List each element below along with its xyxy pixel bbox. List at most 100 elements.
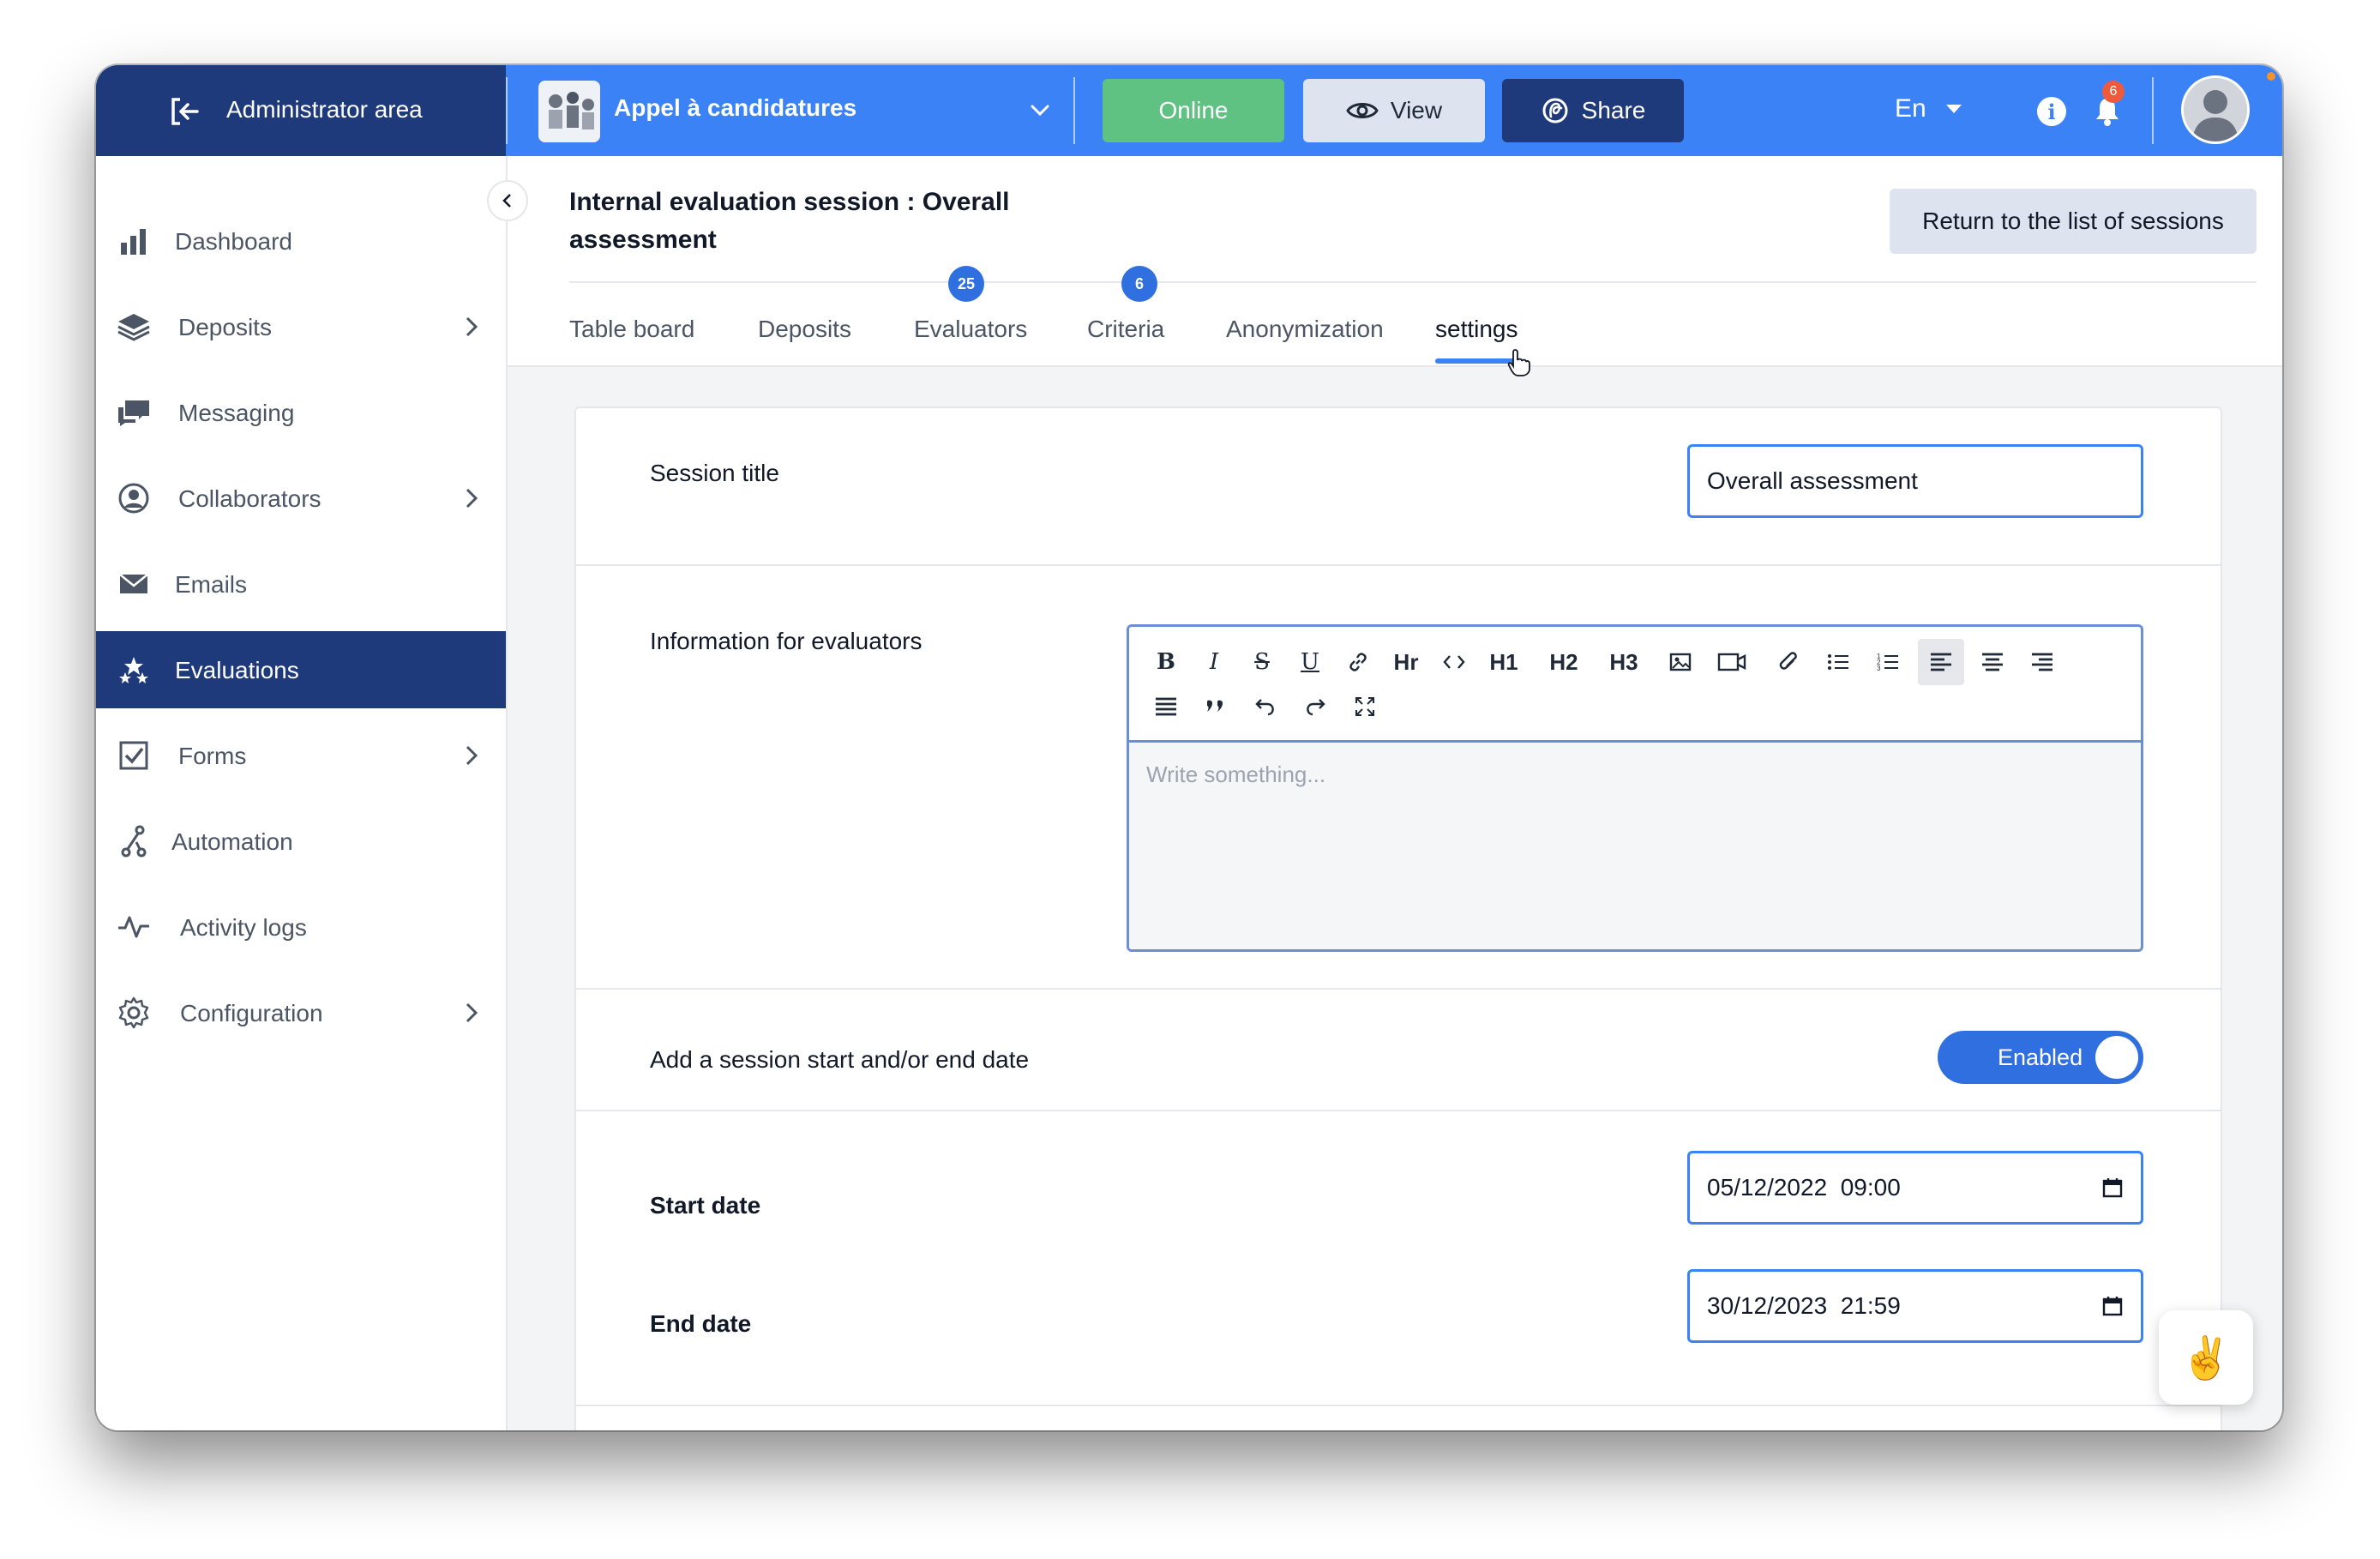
- tab-criteria[interactable]: Criteria: [1087, 316, 1164, 343]
- session-date-toggle[interactable]: Enabled: [1938, 1031, 2143, 1084]
- fullscreen-icon[interactable]: [1345, 687, 1385, 726]
- sidebar-item-dashboard[interactable]: Dashboard: [96, 202, 506, 280]
- blockquote-icon[interactable]: [1196, 687, 1235, 726]
- eye-icon: [1346, 103, 1379, 118]
- tab-deposits[interactable]: Deposits: [758, 316, 851, 343]
- editor-text-area[interactable]: Write something...: [1129, 743, 2141, 949]
- toggle-knob: [2095, 1036, 2138, 1079]
- tab-table-board[interactable]: Table board: [569, 316, 694, 343]
- sidebar-item-label: Automation: [171, 828, 293, 855]
- collapse-sidebar-button[interactable]: [487, 180, 528, 221]
- caret-down-icon[interactable]: [1946, 105, 1962, 113]
- toggle-state-label: Enabled: [1998, 1044, 2083, 1070]
- sidebar-item-label: Configuration: [180, 1000, 323, 1026]
- sidebar-item-automation[interactable]: Automation: [96, 803, 506, 880]
- heading-3-button[interactable]: H3: [1604, 642, 1644, 682]
- sidebar-item-label: Forms: [178, 743, 247, 769]
- administrator-area-link[interactable]: Administrator area: [96, 65, 506, 156]
- information-for-evaluators-label: Information for evaluators: [650, 628, 923, 654]
- end-date-value: 30/12/2023 21:59: [1707, 1292, 1901, 1319]
- automation-icon: [117, 825, 151, 858]
- calendar-icon[interactable]: [2101, 1295, 2124, 1317]
- administrator-area-label: Administrator area: [226, 96, 423, 123]
- return-to-sessions-button[interactable]: Return to the list of sessions: [1890, 189, 2257, 254]
- tab-anonymization[interactable]: Anonymization: [1226, 316, 1384, 343]
- view-button-label: View: [1390, 97, 1443, 123]
- status-dot: [2267, 72, 2275, 81]
- share-button-label: Share: [1581, 97, 1646, 123]
- session-title-input[interactable]: Overall assessment: [1687, 444, 2143, 518]
- chevron-down-icon[interactable]: [1029, 99, 1051, 122]
- sidebar-item-messaging[interactable]: Messaging: [96, 374, 506, 451]
- online-button[interactable]: Online: [1103, 79, 1284, 142]
- feedback-button[interactable]: ✌️: [2159, 1310, 2253, 1405]
- share-icon: [1542, 98, 1568, 123]
- sidebar-item-evaluations[interactable]: Evaluations: [96, 631, 506, 708]
- project-title[interactable]: Appel à candidatures: [614, 94, 856, 122]
- sidebar-item-activity-logs[interactable]: Activity logs: [96, 888, 506, 966]
- sidebar-item-label: Emails: [175, 571, 248, 598]
- view-button[interactable]: View: [1303, 79, 1485, 142]
- end-date-input[interactable]: 30/12/2023 21:59: [1687, 1269, 2143, 1343]
- divider: [506, 77, 508, 144]
- checkbox-icon: [117, 740, 151, 771]
- bar-chart-icon: [117, 226, 151, 256]
- info-icon[interactable]: i: [2037, 97, 2066, 126]
- align-left-icon[interactable]: [1918, 639, 1964, 685]
- undo-icon[interactable]: [1246, 687, 1285, 726]
- bold-icon[interactable]: B: [1146, 642, 1186, 682]
- project-thumbnail: [538, 81, 600, 142]
- underline-icon[interactable]: U: [1290, 642, 1330, 682]
- user-silhouette-icon: [2184, 78, 2247, 141]
- image-icon[interactable]: [1661, 642, 1700, 682]
- sidebar-item-label: Deposits: [178, 314, 272, 340]
- settings-card: Session title Overall assessment Informa…: [574, 406, 2222, 1430]
- start-date-value: 05/12/2022 09:00: [1707, 1174, 1901, 1201]
- layers-icon: [117, 311, 151, 342]
- editor-toolbar: B I S U Hr H1 H2 H3 123: [1129, 627, 2141, 743]
- divider: [576, 1405, 2221, 1406]
- align-justify-icon[interactable]: [1146, 687, 1186, 726]
- attachment-icon[interactable]: [1769, 642, 1808, 682]
- language-selector[interactable]: En: [1895, 94, 1926, 123]
- heading-1-button[interactable]: H1: [1484, 642, 1524, 682]
- divider: [576, 988, 2221, 990]
- exit-icon: [171, 98, 199, 125]
- share-button[interactable]: Share: [1502, 79, 1684, 142]
- sidebar-item-label: Dashboard: [175, 228, 292, 255]
- divider: [1073, 77, 1075, 144]
- envelope-icon: [117, 569, 151, 599]
- end-date-label: End date: [650, 1310, 752, 1337]
- sidebar-item-emails[interactable]: Emails: [96, 545, 506, 623]
- chat-icon: [117, 397, 151, 428]
- start-date-input[interactable]: 05/12/2022 09:00: [1687, 1151, 2143, 1225]
- divider: [569, 281, 2257, 283]
- tab-settings[interactable]: settings: [1435, 316, 1518, 343]
- link-icon[interactable]: [1338, 642, 1378, 682]
- sidebar-item-configuration[interactable]: Configuration: [96, 974, 506, 1051]
- evaluators-count-badge: 6: [1121, 266, 1157, 302]
- activity-icon: [117, 912, 151, 942]
- strikethrough-icon[interactable]: S: [1242, 642, 1282, 682]
- bullet-list-icon[interactable]: [1818, 642, 1858, 682]
- video-icon[interactable]: [1712, 642, 1752, 682]
- heading-2-button[interactable]: H2: [1544, 642, 1584, 682]
- align-center-icon[interactable]: [1973, 642, 2012, 682]
- user-circle-icon: [117, 483, 151, 514]
- sidebar-item-forms[interactable]: Forms: [96, 717, 506, 794]
- main-content: Internal evaluation session : Overall as…: [508, 156, 2282, 1430]
- sidebar-item-label: Activity logs: [180, 914, 307, 941]
- code-icon[interactable]: [1434, 642, 1474, 682]
- divider: [576, 564, 2221, 566]
- numbered-list-icon[interactable]: 123: [1868, 642, 1908, 682]
- tab-evaluators[interactable]: Evaluators: [914, 316, 1027, 343]
- align-right-icon[interactable]: [2022, 642, 2062, 682]
- sidebar-item-deposits[interactable]: Deposits: [96, 288, 506, 365]
- italic-icon[interactable]: I: [1194, 642, 1234, 682]
- calendar-icon[interactable]: [2101, 1177, 2124, 1199]
- redo-icon[interactable]: [1295, 687, 1335, 726]
- user-avatar[interactable]: [2181, 75, 2250, 144]
- sidebar-item-collaborators[interactable]: Collaborators: [96, 460, 506, 537]
- sidebar-item-label: Messaging: [178, 400, 295, 426]
- horizontal-rule-button[interactable]: Hr: [1386, 642, 1426, 682]
